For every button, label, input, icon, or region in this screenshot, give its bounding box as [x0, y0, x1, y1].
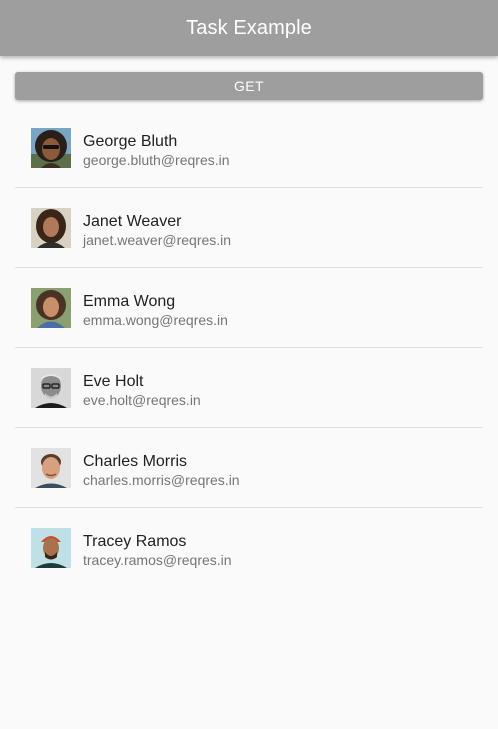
user-email: emma.wong@reqres.in [83, 312, 228, 328]
avatar [31, 208, 71, 248]
user-name: Charles Morris [83, 453, 188, 470]
app-title: Task Example [186, 16, 312, 39]
get-button[interactable]: GET [15, 72, 483, 100]
app-bar: Task Example [0, 0, 498, 56]
avatar [31, 368, 71, 408]
user-list: George Bluth george.bluth@reqres.in Jane… [15, 108, 483, 587]
user-email: george.bluth@reqres.in [83, 152, 230, 168]
user-email: charles.morris@reqres.in [83, 472, 240, 488]
user-email: eve.holt@reqres.in [83, 392, 201, 408]
avatar [31, 528, 71, 568]
avatar [31, 288, 71, 328]
list-item[interactable]: Tracey Ramos tracey.ramos@reqres.in [15, 508, 483, 587]
user-email: tracey.ramos@reqres.in [83, 552, 232, 568]
user-name: Tracey Ramos [83, 533, 187, 550]
list-item[interactable]: Emma Wong emma.wong@reqres.in [15, 268, 483, 348]
user-name: Janet Weaver [83, 213, 182, 230]
user-name: Emma Wong [83, 293, 176, 310]
user-name: George Bluth [83, 133, 178, 150]
list-item[interactable]: Janet Weaver janet.weaver@reqres.in [15, 188, 483, 268]
list-item[interactable]: Eve Holt eve.holt@reqres.in [15, 348, 483, 428]
avatar [31, 448, 71, 488]
user-name: Eve Holt [83, 373, 144, 390]
avatar [31, 128, 71, 168]
list-item[interactable]: George Bluth george.bluth@reqres.in [15, 108, 483, 188]
user-email: janet.weaver@reqres.in [83, 232, 232, 248]
list-item[interactable]: Charles Morris charles.morris@reqres.in [15, 428, 483, 508]
